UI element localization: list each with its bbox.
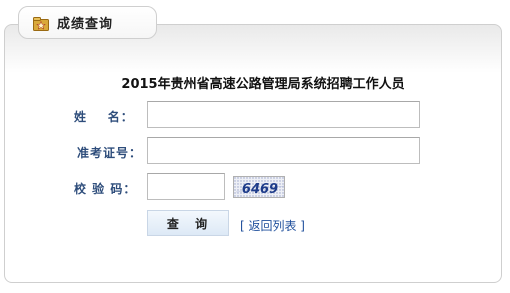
captcha-image[interactable]: 6469 [233, 176, 285, 198]
captcha-input[interactable] [147, 173, 225, 200]
name-label: 姓 名： [74, 110, 134, 124]
form-heading: 2015年贵州省高速公路管理局系统招聘工作人员 [121, 77, 405, 92]
name-input[interactable] [147, 101, 420, 128]
panel-tab: 成绩查询 [18, 6, 157, 39]
captcha-text: 6469 [242, 182, 278, 197]
back-to-list-link[interactable]: [ 返回列表 ] [240, 217, 305, 234]
query-button[interactable]: 查 询 [147, 210, 229, 236]
captcha-label: 校 验 码： [74, 182, 137, 196]
folder-star-icon [33, 16, 49, 31]
exam-id-input[interactable] [147, 137, 420, 164]
exam-id-label: 准考证号： [77, 146, 143, 160]
tab-title: 成绩查询 [57, 17, 114, 32]
